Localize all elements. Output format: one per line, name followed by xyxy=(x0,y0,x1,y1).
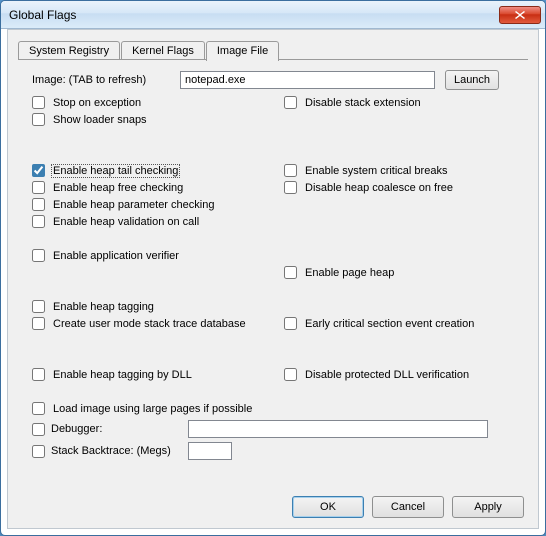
chk-show-loader-snaps[interactable]: Show loader snaps xyxy=(32,111,284,128)
chk-disable-heap-coalesce-on-free[interactable]: Disable heap coalesce on free xyxy=(284,179,520,196)
tab-panel-image-file: Image: (TAB to refresh) Launch Stop on e… xyxy=(8,60,538,471)
dialog-window: Global Flags System Registry Kernel Flag… xyxy=(0,0,546,536)
cancel-button[interactable]: Cancel xyxy=(372,496,444,518)
tab-label: Image File xyxy=(217,45,268,57)
chk-enable-heap-parameter-checking[interactable]: Enable heap parameter checking xyxy=(32,196,284,213)
tab-strip: System Registry Kernel Flags Image File xyxy=(8,30,538,60)
chk-enable-heap-free-checking[interactable]: Enable heap free checking xyxy=(32,179,284,196)
tab-label: System Registry xyxy=(29,45,109,57)
stack-backtrace-input[interactable] xyxy=(188,442,232,460)
chk-enable-heap-tail-checking[interactable]: Enable heap tail checking xyxy=(32,162,284,179)
chk-enable-page-heap[interactable]: Enable page heap xyxy=(284,264,520,281)
apply-button[interactable]: Apply xyxy=(452,496,524,518)
tab-system-registry[interactable]: System Registry xyxy=(18,41,120,60)
chk-stop-on-exception[interactable]: Stop on exception xyxy=(32,94,284,111)
chk-enable-heap-tagging-by-dll[interactable]: Enable heap tagging by DLL xyxy=(32,366,284,383)
tab-image-file[interactable]: Image File xyxy=(206,41,279,61)
dialog-buttons: OK Cancel Apply xyxy=(292,496,524,518)
chk-enable-system-critical-breaks[interactable]: Enable system critical breaks xyxy=(284,162,520,179)
chk-create-user-mode-stack-trace-db[interactable]: Create user mode stack trace database xyxy=(32,315,284,332)
window-title: Global Flags xyxy=(9,8,499,22)
chk-enable-application-verifier[interactable]: Enable application verifier xyxy=(32,247,284,264)
debugger-input[interactable] xyxy=(188,420,488,438)
chk-enable-heap-validation-on-call[interactable]: Enable heap validation on call xyxy=(32,213,284,230)
ok-button[interactable]: OK xyxy=(292,496,364,518)
titlebar: Global Flags xyxy=(1,1,545,29)
launch-button[interactable]: Launch xyxy=(445,70,499,90)
chk-disable-stack-extension[interactable]: Disable stack extension xyxy=(284,94,520,111)
chk-stack-backtrace[interactable]: Stack Backtrace: (Megs) xyxy=(32,445,188,458)
image-label: Image: (TAB to refresh) xyxy=(32,74,180,86)
client-area: System Registry Kernel Flags Image File … xyxy=(7,29,539,529)
image-input[interactable] xyxy=(180,71,435,89)
chk-early-critical-section-event-creation[interactable]: Early critical section event creation xyxy=(284,315,520,332)
close-button[interactable] xyxy=(499,6,541,24)
chk-load-image-large-pages[interactable]: Load image using large pages if possible xyxy=(32,400,520,417)
chk-debugger[interactable]: Debugger: xyxy=(32,423,188,436)
chk-enable-heap-tagging[interactable]: Enable heap tagging xyxy=(32,298,284,315)
tab-label: Kernel Flags xyxy=(132,45,194,57)
tab-kernel-flags[interactable]: Kernel Flags xyxy=(121,41,205,60)
chk-disable-protected-dll-verification[interactable]: Disable protected DLL verification xyxy=(284,366,520,383)
close-icon xyxy=(515,11,525,19)
